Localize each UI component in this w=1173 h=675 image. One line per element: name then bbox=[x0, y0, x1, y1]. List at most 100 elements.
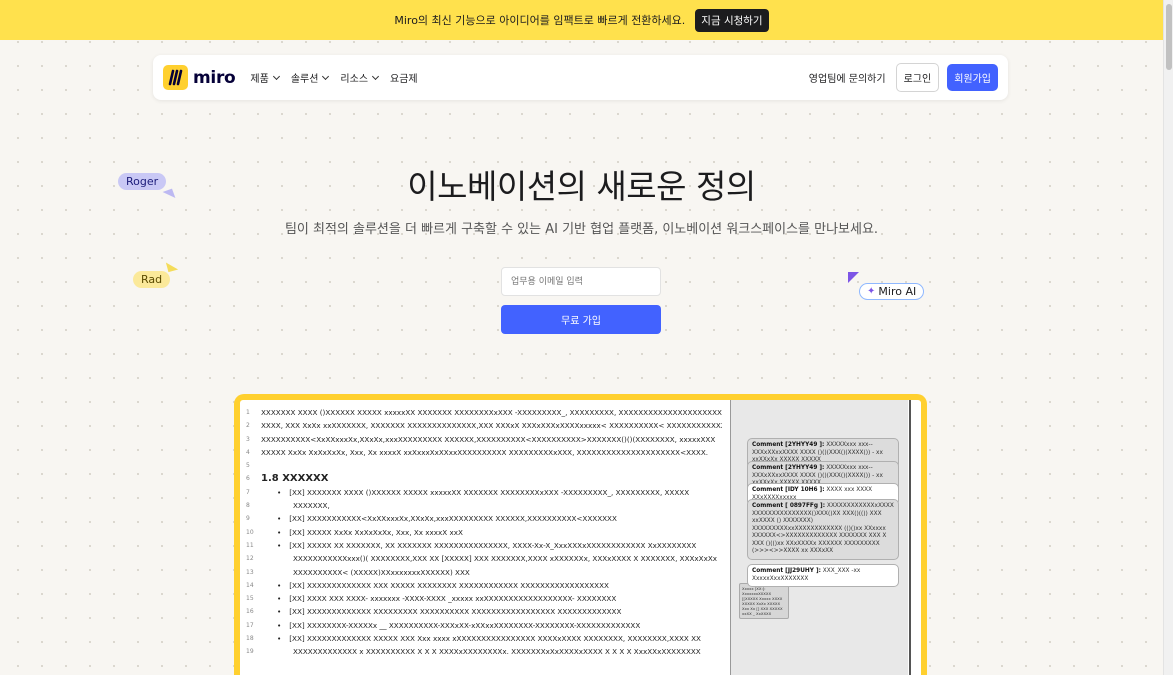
line-number: 13 bbox=[246, 568, 254, 576]
nav-item-label: 리소스 bbox=[340, 74, 369, 85]
line-number: 18 bbox=[246, 635, 254, 643]
line-text: [XX] XXXXXXXXXXXXX XXXXX XXX Xxx xxxx xX… bbox=[261, 632, 722, 645]
scrollbar-thumb[interactable] bbox=[1166, 4, 1172, 70]
line-number: 11 bbox=[246, 541, 254, 549]
document-line: 18 [XX] XXXXXXXXXXXXX XXXXX XXX Xxx xxxx … bbox=[246, 632, 722, 645]
nav-item-products[interactable]: 제품 bbox=[250, 70, 280, 85]
line-text: [XX] XXXXXXX XXXX ()XXXXXX XXXXX xxxxxXX… bbox=[261, 486, 722, 499]
banner-text: Miro의 최신 기능으로 아이디어를 임팩트로 빠르게 전환하세요. bbox=[394, 14, 686, 27]
nav-item-pricing[interactable]: 요금제 bbox=[390, 70, 418, 85]
line-text: [XX] XXXX XXX XXXX- xxxxxxx -XXXX-XXXX _… bbox=[261, 592, 722, 605]
watch-now-button[interactable]: 지금 시청하기 bbox=[695, 8, 769, 32]
line-text: XXXXXXXXXXXxxx()( XXXXXXXX,XXX XX [XXXXX… bbox=[293, 554, 718, 564]
hero-title: 이노베이션의 새로운 정의 bbox=[407, 167, 756, 206]
line-text: XXXXXXXXXX< (XXXXX)XXxxxxxxxXXXXXX) XXX bbox=[293, 567, 470, 577]
line-text: XXXXXXXXXX<XxXXxxxXx,XXxXx,xxxXXXXXXXXX … bbox=[261, 434, 716, 444]
line-text: XXXXXXXXXXXXX x XXXXXXXXXX X X X XXXXxXX… bbox=[293, 647, 701, 657]
nav-item-label: 제품 bbox=[250, 74, 269, 85]
document-line: 10 [XX] XXXXX XxXx XxXxXxXx, Xxx, Xx xxxx… bbox=[246, 526, 722, 539]
login-button[interactable]: 로그인 bbox=[895, 63, 940, 92]
line-text: XXXXX XxXx XxXxXxXx, Xxx, Xx xxxxX xxXxx… bbox=[261, 447, 709, 457]
line-text: [XX] XXXXXXXX-XXXXXx __ XXXXXXXXXX-XXXxX… bbox=[261, 619, 722, 632]
chevron-down-icon bbox=[272, 72, 280, 80]
line-number: 2 bbox=[246, 422, 250, 430]
contact-sales-link[interactable]: 영업팀에 문의하기 bbox=[809, 70, 886, 85]
line-number: 16 bbox=[246, 608, 254, 616]
announcement-banner: Miro의 최신 기능으로 아이디어를 임팩트로 빠르게 전환하세요. 지금 시… bbox=[0, 0, 1163, 40]
scrollbar[interactable] bbox=[1163, 0, 1173, 675]
page-edge bbox=[909, 400, 911, 675]
chevron-down-icon bbox=[322, 72, 330, 80]
line-number: 12 bbox=[246, 555, 254, 563]
hero-subtitle: 팀이 최적의 솔루션을 더 빠르게 구축할 수 있는 AI 기반 협업 플랫폼,… bbox=[284, 222, 879, 237]
nav-item-resources[interactable]: 리소스 bbox=[340, 70, 380, 85]
line-text: [XX] XXXXX XxXx XxXxXxXx, Xxx, Xx xxxxX … bbox=[261, 526, 722, 539]
document-line: 7 [XX] XXXXXXX XXXX ()XXXXXX XXXXX xxxxxX… bbox=[246, 486, 722, 499]
document-line: 2 XXXX, XXX XxXx xxXXXXXXX, XXXXXXX XXXXX… bbox=[246, 419, 722, 432]
cursor-tag-rad: Rad bbox=[133, 271, 171, 288]
mini-note: Xxxxx [XX:]: XxxxxxxXXXXX [[XXXXX Xxxxx … bbox=[739, 583, 789, 619]
document-line: 1 XXXXXXX XXXX ()XXXXXX XXXXX xxxxxXX XXX… bbox=[246, 406, 722, 419]
cursor-tag-miro-ai: ✦ Miro AI bbox=[859, 283, 925, 300]
line-text: XXXXXXX, bbox=[293, 501, 330, 511]
line-number: 1 bbox=[246, 409, 250, 416]
document-line: 11 [XX] XXXXX XX XXXXXXX, XX XXXXXXX XXXX… bbox=[246, 539, 722, 552]
comments-pane: Xxxxx [XX:]: XxxxxxxXXXXX [[XXXXX Xxxxx … bbox=[730, 400, 908, 675]
line-number: 4 bbox=[246, 448, 250, 456]
line-text: XXXXXXX XXXX ()XXXXXX XXXXX xxxxxXX XXXX… bbox=[261, 408, 722, 417]
email-input[interactable] bbox=[501, 267, 661, 296]
comment-label: Comment [IDY 10H6 ]: bbox=[752, 487, 825, 493]
line-text: [XX] XXXXXXXXXXXXX XXXXXXXXX XXXXXXXXXX … bbox=[261, 605, 722, 618]
line-number: 9 bbox=[246, 515, 250, 523]
document-line: 6 1.8 XXXXXX bbox=[246, 472, 722, 485]
line-number: 5 bbox=[246, 462, 250, 470]
nav-actions: 영업팀에 문의하기 로그인 회원가입 bbox=[809, 63, 998, 92]
free-signup-button[interactable]: 무료 가입 bbox=[501, 305, 661, 334]
document-line: 19 XXXXXXXXXXXXX x XXXXXXXXXX X X X XXXXx… bbox=[246, 645, 722, 658]
document-line: 17 [XX] XXXXXXXX-XXXXXx __ XXXXXXXXXX-XXX… bbox=[246, 619, 722, 632]
cursor-pointer-icon bbox=[848, 272, 859, 283]
cursor-tag-label: Miro AI bbox=[878, 285, 917, 298]
miro-logo[interactable]: miro bbox=[163, 65, 236, 90]
document-line: 5 bbox=[246, 459, 722, 472]
document-line: 8 XXXXXXX, bbox=[246, 499, 722, 512]
line-number: 7 bbox=[246, 488, 250, 496]
document-line: 9 [XX] XXXXXXXXXXX<XxXXxxxXx,XXxXx,xxxXXX… bbox=[246, 512, 722, 525]
comment-label: Comment [ 0897FFg ]: bbox=[752, 503, 826, 509]
document-line: 13 XXXXXXXXXX< (XXXXX)XXxxxxxxxXXXXXX) XX… bbox=[246, 566, 722, 579]
line-text bbox=[261, 459, 722, 472]
comment-bubble[interactable]: Comment [ 0897FFg ]: XXXXXXXXXXXXxXXXX X… bbox=[747, 499, 899, 560]
line-number: 17 bbox=[246, 621, 254, 629]
comment-label: Comment [JJ29UHY ]: bbox=[752, 568, 821, 574]
sparkle-icon: ✦ bbox=[867, 286, 876, 297]
line-text: [XX] XXXXXXXXXXX<XxXXxxxXx,XXxXx,xxxXXXX… bbox=[261, 512, 722, 525]
cursor-pointer-icon bbox=[165, 259, 179, 273]
line-text: [XX] XXXXXXXXXXXXX XXX XXXXX XXXXXXXX XX… bbox=[261, 579, 722, 592]
navbar: miro 제품 솔루션 리소스 요금제 영업팀에 문의하기 로그인 회원가입 bbox=[153, 55, 1008, 100]
document-line: 12 XXXXXXXXXXXxxx()( XXXXXXXX,XXX XX [XXX… bbox=[246, 552, 722, 565]
document-page: 1 XXXXXXX XXXX ()XXXXXX XXXXX xxxxxXX XXX… bbox=[240, 400, 730, 675]
line-number: 8 bbox=[246, 502, 250, 510]
comment-bubble[interactable]: Comment [JJ29UHY ]: XXX_XXX -xx XxxxxXxx… bbox=[747, 564, 899, 587]
line-number: 3 bbox=[246, 435, 250, 443]
miro-logo-icon bbox=[163, 65, 188, 90]
line-number: 6 bbox=[246, 475, 250, 483]
document-preview: 1 XXXXXXX XXXX ()XXXXXX XXXXX xxxxxXX XXX… bbox=[240, 400, 921, 675]
nav-item-label: 요금제 bbox=[390, 74, 418, 85]
nav-item-label: 솔루션 bbox=[290, 74, 319, 85]
document-line: 14 [XX] XXXXXXXXXXXXX XXX XXXXX XXXXXXXX … bbox=[246, 579, 722, 592]
comment-text: XXXXXXXXXXXXxXXXX XXXXXXXXXXXXXXX()XXX()… bbox=[752, 503, 894, 554]
document-line: 15 [XX] XXXX XXX XXXX- xxxxxxx -XXXX-XXXX… bbox=[246, 592, 722, 605]
signup-button[interactable]: 회원가입 bbox=[947, 64, 998, 91]
comment-label: Comment [2YHYY49 ]: bbox=[752, 465, 825, 471]
product-preview-frame: 1 XXXXXXX XXXX ()XXXXXX XXXXX xxxxxXX XXX… bbox=[234, 394, 927, 675]
line-text: [XX] XXXXX XX XXXXXXX, XX XXXXXXX XXXXXX… bbox=[261, 539, 722, 552]
chevron-down-icon bbox=[371, 72, 380, 80]
nav-item-solutions[interactable]: 솔루션 bbox=[290, 70, 330, 85]
line-number: 15 bbox=[246, 595, 254, 603]
line-number: 10 bbox=[246, 528, 254, 536]
logo-text: miro bbox=[193, 67, 236, 88]
section-heading: 1.8 XXXXXX bbox=[261, 473, 329, 485]
line-text: XXXX, XXX XxXx xxXXXXXXX, XXXXXXX XXXXXX… bbox=[261, 421, 722, 431]
line-number: 19 bbox=[246, 648, 254, 656]
